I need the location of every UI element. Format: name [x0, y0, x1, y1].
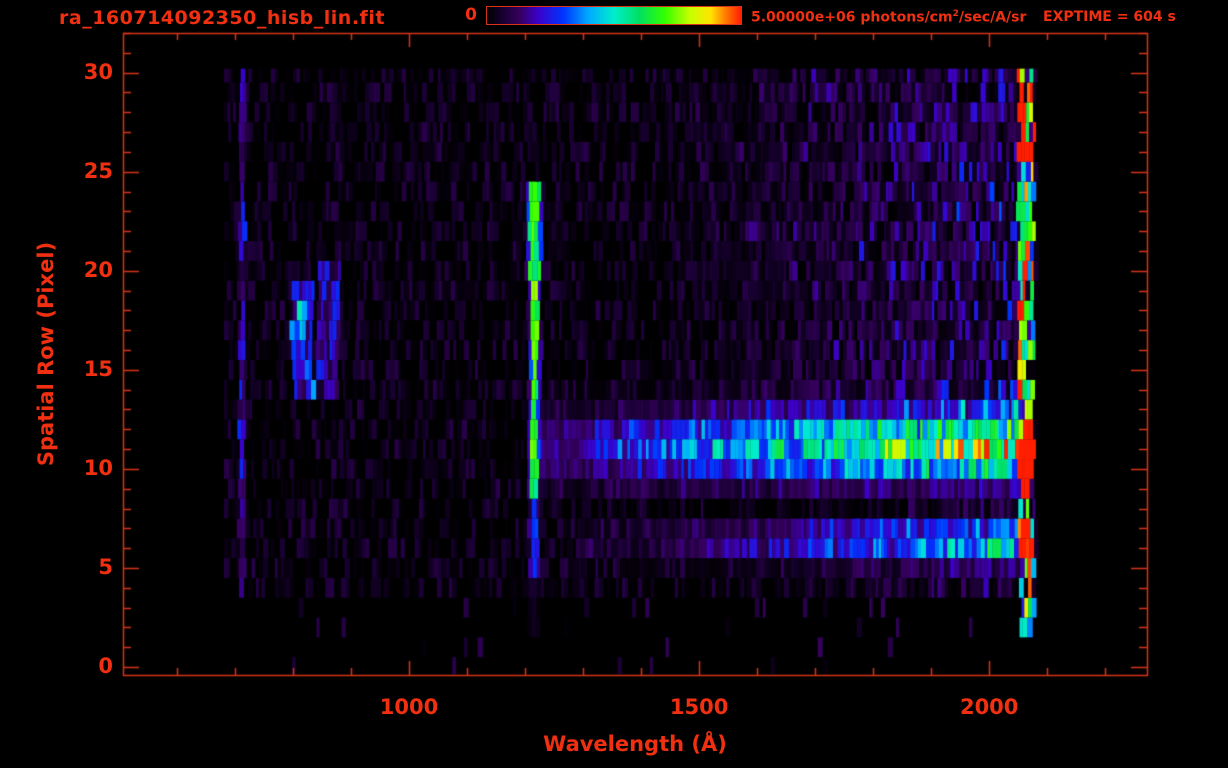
colorbar-max-suffix: /sec/A/sr — [958, 9, 1027, 26]
y-axis-tick-label: 30 — [83, 59, 113, 84]
y-axis-title: Spatial Row (Pixel) — [33, 241, 58, 467]
fits-spectral-viewer-window: ra_160714092350_hisb_lin.fit 0 5.00000e+… — [0, 0, 1228, 768]
y-axis-tick-label: 20 — [83, 257, 113, 282]
colorbar-min-label: 0 — [465, 5, 477, 25]
y-axis-tick-label: 25 — [83, 158, 113, 183]
colorbar-max-label: 5.00000e+06 photons/cm2/sec/A/sr — [751, 9, 1026, 26]
x-axis-tick-label: 1000 — [379, 695, 439, 719]
x-axis-title: Wavelength (Å) — [543, 732, 727, 756]
colorbar-gradient — [486, 6, 742, 25]
exptime-label: EXPTIME = 604 s — [1043, 9, 1176, 25]
colorbar-max-prefix: 5.00000e+06 photons/cm — [751, 9, 953, 26]
y-axis-tick-label: 5 — [98, 555, 113, 579]
filename-title: ra_160714092350_hisb_lin.fit — [59, 7, 385, 29]
x-axis-tick-label: 2000 — [959, 695, 1019, 719]
y-axis-tick-label: 0 — [98, 654, 113, 679]
y-axis-tick-label: 10 — [83, 455, 113, 480]
spectral-image-heatmap — [0, 0, 1228, 768]
y-axis-tick-label: 15 — [83, 356, 113, 381]
x-axis-tick-label: 1500 — [669, 695, 729, 719]
